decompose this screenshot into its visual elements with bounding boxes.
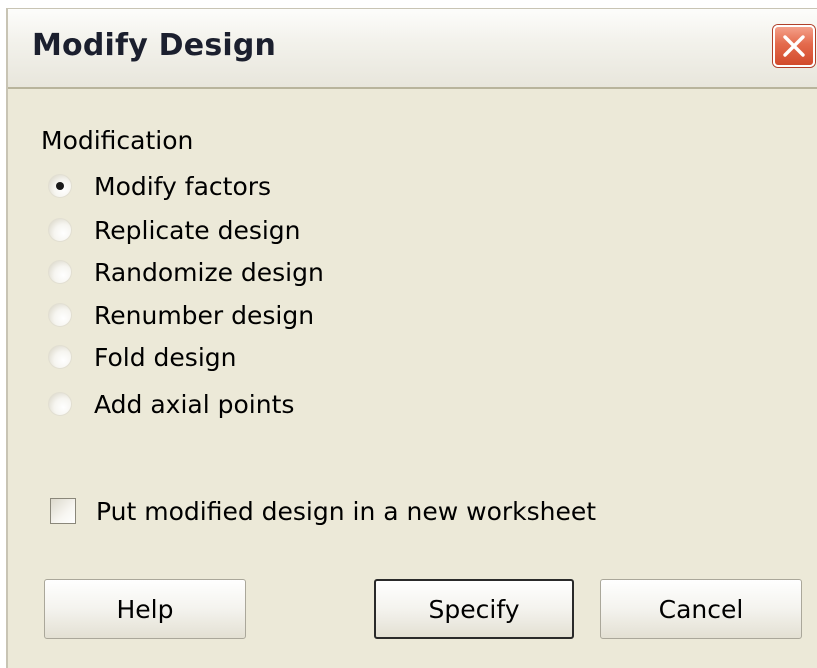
radio-option-renumber-design[interactable]: Renumber design [48, 297, 314, 333]
radio-option-randomize-design[interactable]: Randomize design [48, 254, 324, 290]
modify-design-dialog: Modify Design Modification Modify factor… [6, 8, 817, 668]
radio-option-fold-design[interactable]: Fold design [48, 339, 236, 375]
radio-button[interactable] [48, 345, 72, 369]
radio-label: Add axial points [94, 389, 295, 419]
new-worksheet-label: Put modified design in a new worksheet [96, 496, 597, 526]
close-button[interactable] [773, 25, 815, 67]
dialog-title: Modify Design [32, 28, 277, 63]
radio-button[interactable] [48, 218, 72, 242]
radio-label: Renumber design [94, 300, 315, 330]
radio-button[interactable] [48, 303, 72, 327]
specify-button[interactable]: Specify [374, 579, 574, 639]
radio-option-replicate-design[interactable]: Replicate design [48, 212, 301, 248]
title-bar[interactable]: Modify Design [8, 9, 817, 89]
modification-group-label: Modification [41, 126, 194, 155]
radio-label: Randomize design [94, 257, 324, 287]
radio-label: Modify factors [94, 171, 272, 201]
dialog-body: Modification Modify factors Replicate de… [8, 89, 817, 668]
radio-label: Fold design [94, 342, 237, 372]
new-worksheet-option[interactable]: Put modified design in a new worksheet [50, 493, 596, 529]
radio-label: Replicate design [94, 215, 301, 245]
new-worksheet-checkbox[interactable] [50, 498, 76, 524]
radio-button[interactable] [48, 392, 72, 416]
radio-button[interactable] [48, 260, 72, 284]
help-button[interactable]: Help [44, 579, 246, 639]
cancel-button[interactable]: Cancel [600, 579, 802, 639]
close-icon [783, 35, 805, 57]
radio-button[interactable] [48, 174, 72, 198]
radio-option-add-axial-points[interactable]: Add axial points [48, 386, 294, 422]
radio-option-modify-factors[interactable]: Modify factors [48, 168, 271, 204]
